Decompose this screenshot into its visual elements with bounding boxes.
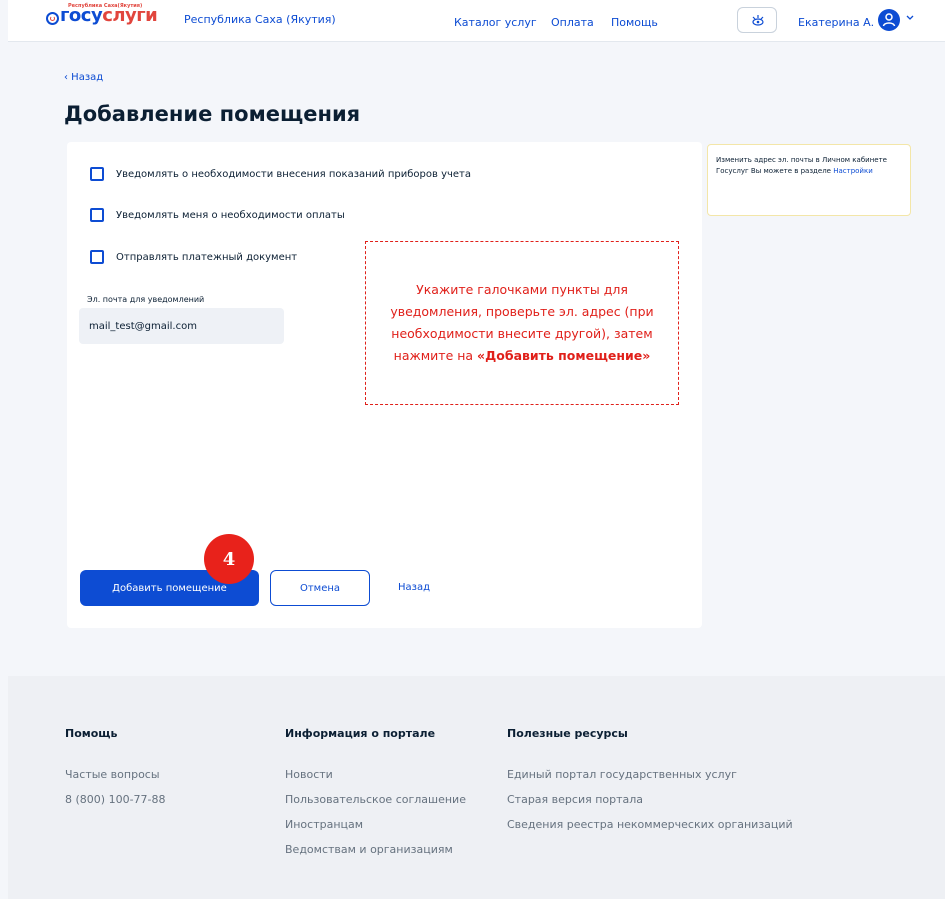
page-title: Добавление помещения [64,102,361,126]
footer-link-agencies[interactable]: Ведомствам и организациям [285,843,466,856]
back-button[interactable]: Назад [398,582,430,593]
footer-link-news[interactable]: Новости [285,768,466,781]
footer-link-user-agreement[interactable]: Пользовательское соглашение [285,793,466,806]
nav-payment-link[interactable]: Оплата [551,16,594,29]
avatar[interactable] [878,9,900,31]
instruction-callout: Укажите галочками пункты для уведомления… [365,241,679,405]
chevron-down-icon[interactable] [906,15,914,21]
footer: Помощь Частые вопросы 8 (800) 100-77-88 … [8,676,945,899]
footer-column-portal-info: Информация о портале Новости Пользовател… [285,727,466,856]
checkbox-meter-readings[interactable]: Уведомлять о необходимости внесения пока… [90,167,471,181]
checkbox-label: Уведомлять меня о необходимости оплаты [116,209,345,221]
logo-emblem-icon [46,12,59,25]
checkbox-label: Уведомлять о необходимости внесения пока… [116,168,471,180]
checkbox[interactable] [90,208,104,222]
checkbox-send-payment-document[interactable]: Отправлять платежный документ [90,250,297,264]
nav-help-link[interactable]: Помощь [611,16,658,29]
checkbox[interactable] [90,167,104,181]
footer-link-faq[interactable]: Частые вопросы [65,768,166,781]
callout-bold-text: «Добавить помещение» [477,348,651,363]
user-name-link[interactable]: Екатерина А. [798,16,874,29]
logo-wordmark: госуслуги [60,5,158,26]
back-link[interactable]: ‹ Назад [64,72,103,83]
cancel-button[interactable]: Отмена [270,570,370,606]
footer-column-help: Помощь Частые вопросы 8 (800) 100-77-88 [65,727,166,806]
footer-link-old-portal[interactable]: Старая версия портала [507,793,793,806]
footer-link-nko-registry[interactable]: Сведения реестра некоммерческих организа… [507,818,793,831]
footer-column-title: Полезные ресурсы [507,727,628,740]
footer-column-title: Информация о портале [285,727,436,740]
footer-link-unified-portal[interactable]: Единый портал государственных услуг [507,768,793,781]
checkbox-payment-reminder[interactable]: Уведомлять меня о необходимости оплаты [90,208,345,222]
eye-icon [752,15,764,26]
top-header: Республика Саха(Якутия) госуслуги Респуб… [8,0,945,42]
user-icon [882,13,896,27]
footer-link-foreigners[interactable]: Иностранцам [285,818,466,831]
region-selector[interactable]: Республика Саха (Якутия) [184,13,336,26]
nav-catalog-link[interactable]: Каталог услуг [454,16,537,29]
step-number-badge: 4 [204,534,254,584]
email-field-label: Эл. почта для уведомлений [87,295,205,304]
checkbox-label: Отправлять платежный документ [116,251,298,263]
settings-link[interactable]: Настройки [833,167,873,175]
footer-phone[interactable]: 8 (800) 100-77-88 [65,793,166,806]
footer-column-resources: Полезные ресурсы Единый портал государст… [507,727,793,831]
footer-column-title: Помощь [65,727,118,740]
callout-text: Укажите галочками пункты для уведомления… [390,282,654,363]
email-field[interactable] [79,308,284,344]
checkbox[interactable] [90,250,104,264]
accessibility-toggle-button[interactable] [737,7,777,33]
email-info-note: Изменить адрес эл. почты в Личном кабине… [707,144,911,216]
